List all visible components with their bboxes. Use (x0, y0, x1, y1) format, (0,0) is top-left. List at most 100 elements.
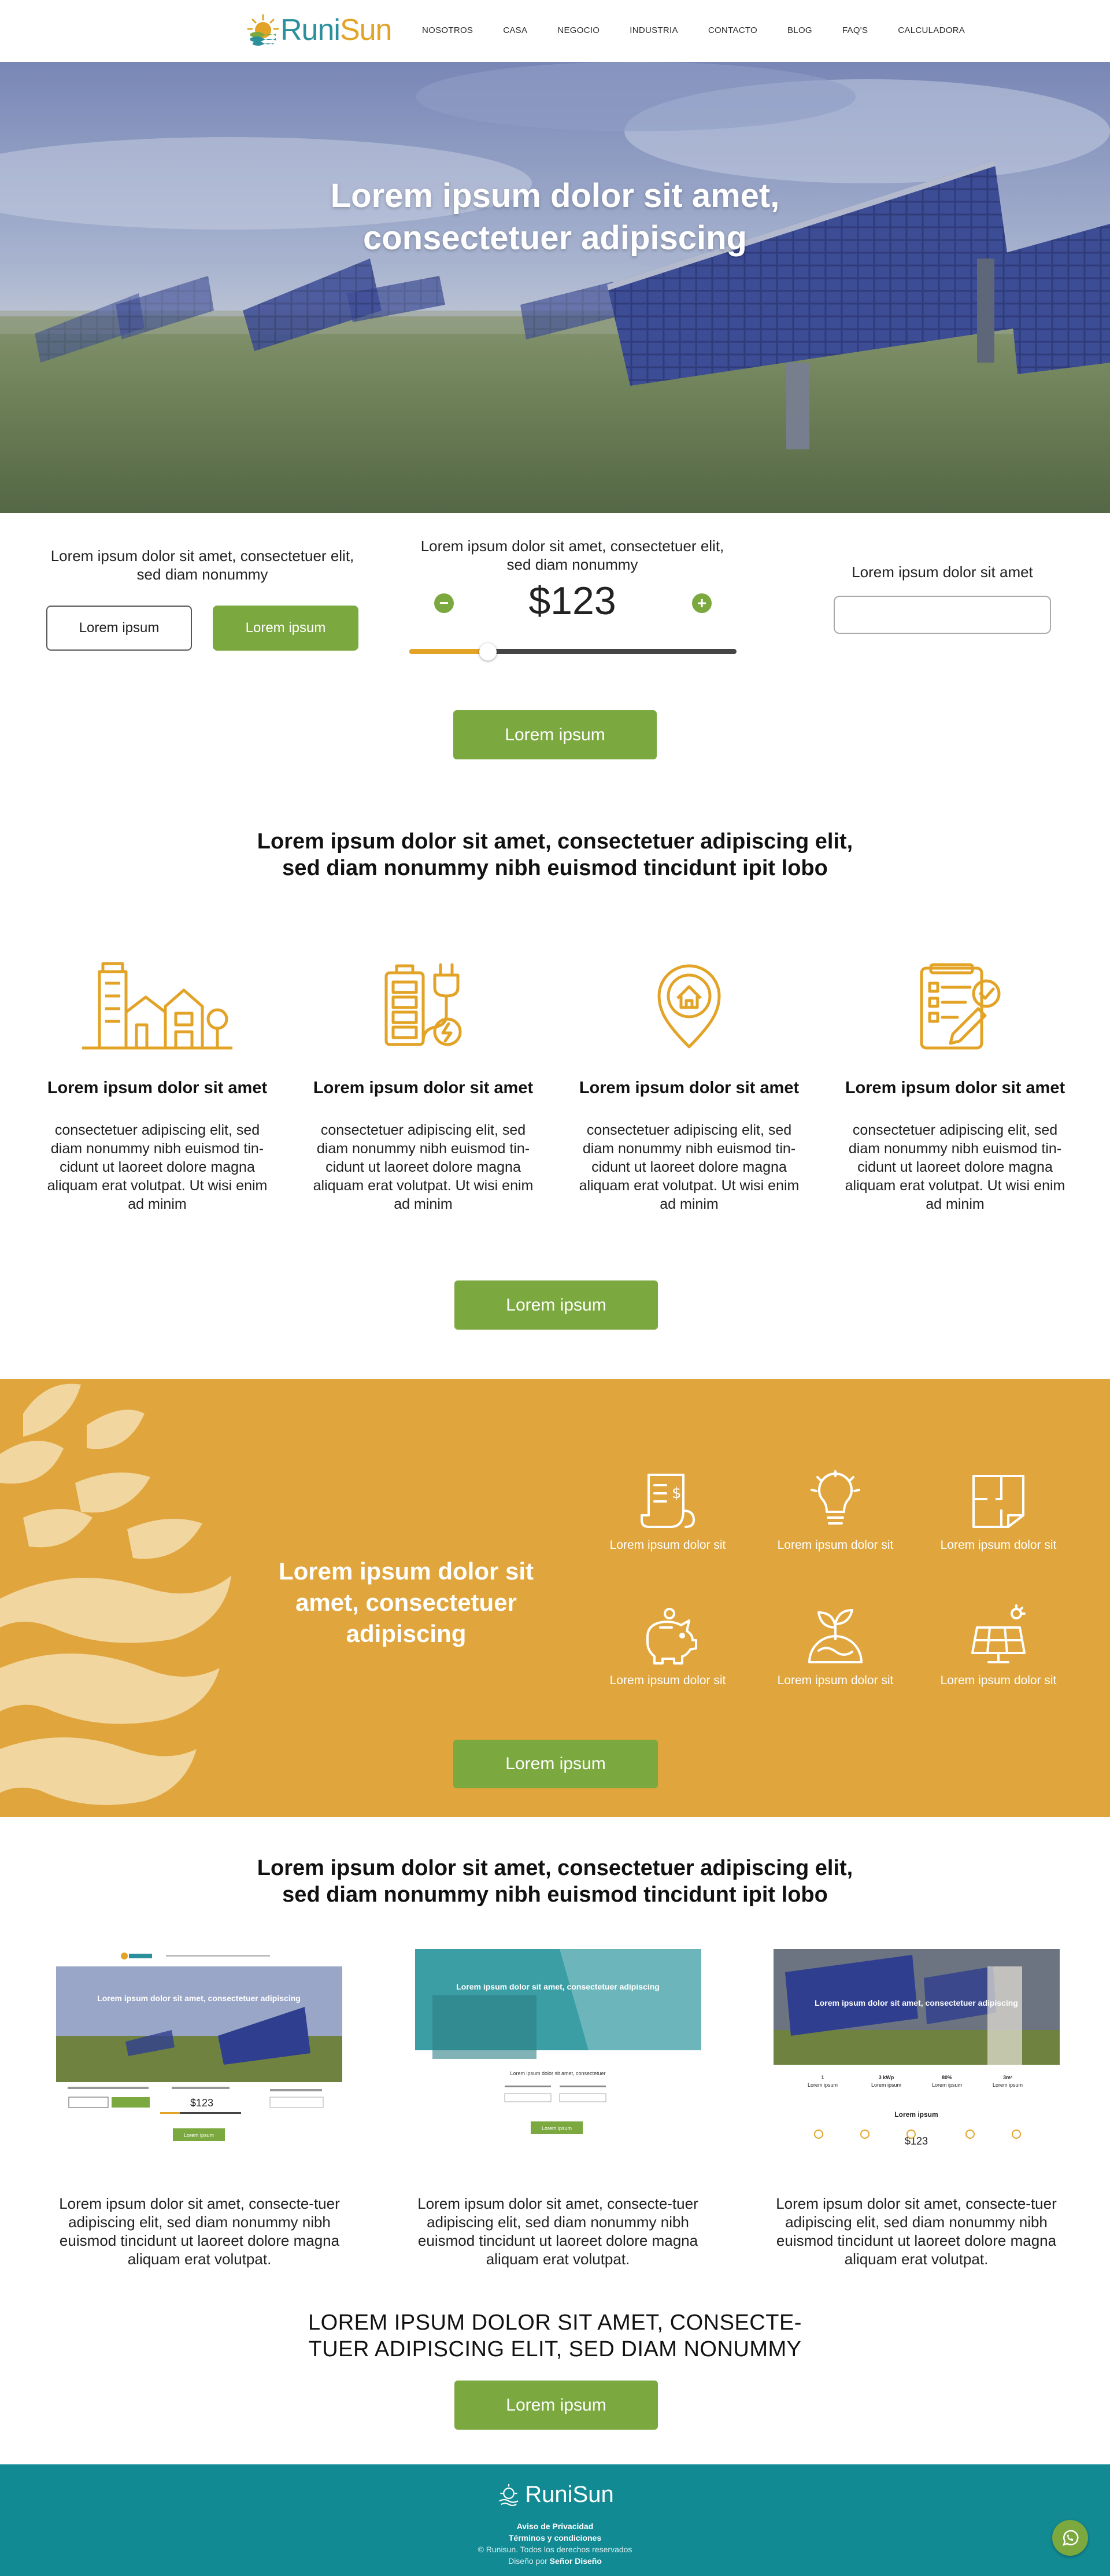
previews-heading-line-1: Lorem ipsum dolor sit amet, consectetuer… (257, 1856, 853, 1880)
price-slider-thumb[interactable] (479, 643, 497, 660)
preview-card-home[interactable]: Lorem ipsum dolor sit amet, consectetuer… (56, 1949, 342, 2163)
nav-item-contacto[interactable]: CONTACTO (708, 25, 757, 35)
preview-thumbnail-home: Lorem ipsum dolor sit amet, consectetuer… (56, 1949, 342, 2163)
band-item-1: $ Lorem ipsum dolor sit (595, 1469, 740, 1552)
preview1-price: $123 (190, 2097, 213, 2109)
preview3-stat-label-1: Lorem ipsum (808, 2082, 838, 2088)
closing-caps-line-1: LOREM IPSUM DOLOR SIT AMET, CONSECTE- (308, 2311, 802, 2335)
floor-plan-icon (972, 1475, 1024, 1528)
closing-caps-line-2: TUER ADIPISCING ELIT, SED DIAM NONUMMY (308, 2337, 802, 2361)
feature-body-2: consectetuer adipiscing elit, sed diam n… (313, 1122, 534, 1212)
preview-card-industry[interactable]: Lorem ipsum dolor sit amet, consectetuer… (774, 1949, 1060, 2163)
footer-brand-name: RuniSun (525, 2482, 614, 2507)
preview-thumbnail-business: Lorem ipsum dolor sit amet, consectetuer… (415, 1949, 701, 2163)
band-cta-button[interactable]: Lorem ipsum (453, 1740, 658, 1788)
calc-right-text: Lorem ipsum dolor sit amet (852, 563, 1033, 581)
piggy-bank-icon (646, 1608, 697, 1665)
solar-field-image (0, 62, 1110, 513)
battery-plug-icon (384, 963, 462, 1046)
clipboard-check-icon (920, 963, 1001, 1050)
buildings-icon (82, 962, 232, 1050)
band-item-6: Lorem ipsum dolor sit (926, 1604, 1071, 1688)
green-button[interactable]: Lorem ipsum (213, 606, 358, 651)
nav-item-industria[interactable]: INDUSTRIA (630, 25, 678, 35)
design-credit-link[interactable]: Señor Diseño (550, 2556, 602, 2566)
calc-cta-button[interactable]: Lorem ipsum (453, 710, 657, 759)
preview2-caption: Lorem ipsum dolor sit amet, consectetuer (510, 2071, 605, 2076)
hero-title: Lorem ipsum dolor sit amet, consectetuer… (0, 175, 1110, 259)
features-heading-line-2: sed diam nonummy nibh euismod tincidunt … (282, 856, 828, 880)
nav-item-nosotros[interactable]: NOSOTROS (422, 25, 473, 35)
nav-item-negocio[interactable]: NEGOCIO (557, 25, 600, 35)
nav-item-blog[interactable]: BLOG (787, 25, 812, 35)
terms-link[interactable]: Términos y condiciones (0, 2533, 1110, 2542)
preview3-sub: Lorem ipsum (894, 2110, 938, 2119)
band-item-5: Lorem ipsum dolor sit (763, 1604, 908, 1688)
design-credit: Diseño por Señor Diseño (0, 2556, 1110, 2566)
preview-text-1: Lorem ipsum dolor sit amet, consecte-tue… (59, 2195, 340, 2268)
preview1-title: Lorem ipsum dolor sit amet, consectetuer… (97, 1994, 301, 2003)
preview2-title: Lorem ipsum dolor sit amet, consectetuer… (456, 1982, 660, 1991)
nav-item-faqs[interactable]: FAQ'S (842, 25, 868, 35)
preview3-stat-label-4: Lorem ipsum (993, 2082, 1023, 2088)
features-heading: Lorem ipsum dolor sit amet, consectetuer… (0, 828, 1110, 881)
preview-card-business[interactable]: Lorem ipsum dolor sit amet, consectetuer… (415, 1949, 701, 2163)
preview2-button: Lorem ipsum (542, 2125, 572, 2131)
band-item-3: Lorem ipsum dolor sit (926, 1469, 1071, 1552)
band-item-label-2: Lorem ipsum dolor sit (777, 1538, 894, 1552)
copyright-text: © Runisun. Todos los derechos reservados (478, 2545, 632, 2554)
nav-item-casa[interactable]: CASA (503, 25, 527, 35)
preview3-stat-value-3: 80% (942, 2075, 952, 2080)
logo-text-runi: Runi (280, 13, 341, 47)
solar-panel-sun-icon (971, 1604, 1026, 1663)
logo-text-sun: Sun (339, 13, 393, 47)
whatsapp-icon (1063, 2530, 1079, 2546)
price-value: $123 (528, 579, 616, 623)
hero-banner: Lorem ipsum dolor sit amet, consectetuer… (0, 62, 1110, 513)
feature-body-4: consectetuer adipiscing elit, sed diam n… (845, 1122, 1065, 1212)
band-item-label-4: Lorem ipsum dolor sit (609, 1674, 726, 1687)
lightbulb-icon (811, 1470, 860, 1525)
feature-title-4: Lorem ipsum dolor sit amet (845, 1079, 1065, 1097)
preview3-stat-value-2: 3 kWp (879, 2075, 894, 2080)
home-location-pin-icon (657, 964, 721, 1049)
feature-title-3: Lorem ipsum dolor sit amet (579, 1079, 800, 1097)
privacy-link[interactable]: Aviso de Privacidad (0, 2522, 1110, 2531)
plant-globe-icon (808, 1609, 863, 1663)
runisun-logo[interactable]: RuniSun (246, 13, 393, 47)
calc-left-text: Lorem ipsum dolor sit amet, consectetuer… (50, 547, 354, 583)
feature-body-3: consectetuer adipiscing elit, sed diam n… (579, 1122, 800, 1212)
preview3-stat-value-1: 1 (821, 2075, 824, 2080)
sun-logo-icon (247, 14, 279, 46)
nav-item-calculadora[interactable]: CALCULADORA (898, 25, 965, 35)
outline-button[interactable]: Lorem ipsum (46, 606, 192, 651)
plus-button[interactable]: + (692, 593, 712, 613)
feature-card-4 (839, 960, 1071, 1053)
footer-logo[interactable]: RuniSun (0, 2482, 1110, 2508)
hero-title-line-1: Lorem ipsum dolor sit amet, (330, 177, 780, 215)
closing-cta-button[interactable]: Lorem ipsum (454, 2381, 658, 2430)
band-item-label-6: Lorem ipsum dolor sit (940, 1674, 1057, 1687)
preview3-title: Lorem ipsum dolor sit amet, consectetuer… (815, 1998, 1018, 2007)
design-credit-prefix: Diseño por (508, 2556, 547, 2566)
band-item-label-3: Lorem ipsum dolor sit (940, 1538, 1057, 1552)
preview1-button: Lorem ipsum (184, 2132, 214, 2138)
top-navigation: RuniSun NOSOTROS CASA NEGOCIO INDUSTRIA … (0, 0, 1110, 62)
price-slider-fill (409, 649, 488, 654)
feature-title-1: Lorem ipsum dolor sit amet (47, 1079, 268, 1097)
feature-title-2: Lorem ipsum dolor sit amet (313, 1079, 534, 1097)
whatsapp-button[interactable] (1052, 2520, 1088, 2556)
receipt-money-icon: $ (641, 1474, 695, 1528)
preview-text-3: Lorem ipsum dolor sit amet, consecte-tue… (776, 2195, 1057, 2268)
leaf-wave-decoration (0, 1383, 231, 1805)
features-cta-button[interactable]: Lorem ipsum (454, 1280, 658, 1330)
preview3-stat-value-4: 3m² (1003, 2075, 1012, 2080)
band-item-label-5: Lorem ipsum dolor sit (777, 1674, 894, 1687)
previews-heading: Lorem ipsum dolor sit amet, consectetuer… (0, 1855, 1110, 1908)
calc-text-input[interactable] (834, 596, 1051, 634)
preview3-stat-label-3: Lorem ipsum (932, 2082, 962, 2088)
calc-center-text: Lorem ipsum dolor sit amet, consectetuer… (420, 537, 724, 573)
band-title: Lorem ipsum dolor sit amet, consectetuer… (278, 1558, 534, 1647)
previews-heading-line-2: sed diam nonummy nibh euismod tincidunt … (282, 1883, 828, 1907)
feature-body-1: consectetuer adipiscing elit, sed diam n… (47, 1122, 268, 1212)
